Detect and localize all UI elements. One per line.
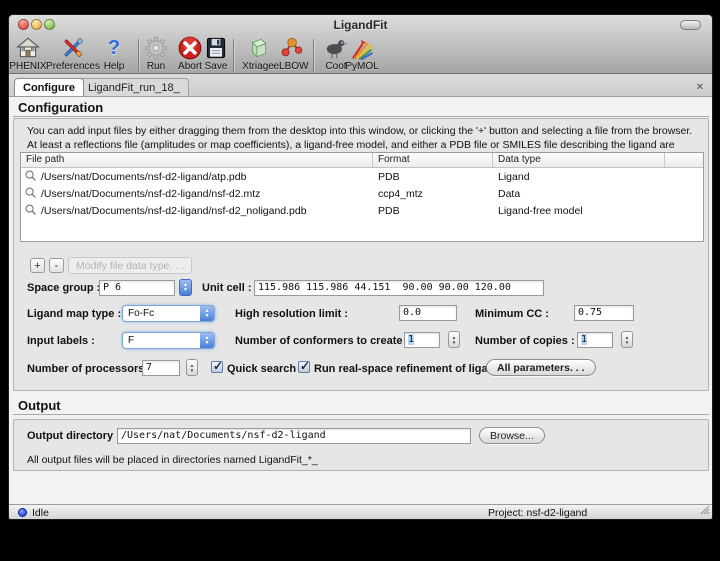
title-toolbar-area: LigandFit PHENIX — [9, 15, 712, 74]
magnifier-icon — [24, 169, 37, 185]
tab-configure[interactable]: Configure — [14, 78, 84, 96]
ligand-map-type-label: Ligand map type : — [27, 308, 121, 320]
status-text: Idle — [32, 507, 49, 519]
toolbar-label-save: Save — [205, 61, 228, 72]
toolbar-label-help: Help — [104, 61, 125, 72]
minimum-cc-label: Minimum CC : — [475, 308, 549, 320]
section-divider — [13, 116, 709, 117]
high-resolution-limit-label: High resolution limit : — [235, 308, 348, 320]
minimum-cc-field[interactable]: 0.75 — [574, 305, 634, 321]
ligand-map-type-dropdown[interactable]: Fo-Fc — [122, 305, 215, 322]
quick-search-label: Quick search — [227, 363, 296, 375]
remove-file-button[interactable]: - — [49, 258, 64, 273]
space-group-field[interactable]: P 6 — [99, 280, 175, 296]
table-row[interactable]: /Users/nat/Documents/nsf-d2-ligand/nsf-d… — [21, 202, 703, 219]
ligand-map-type-value: Fo-Fc — [123, 308, 200, 319]
conformers-field[interactable]: 1 — [404, 332, 440, 348]
chevron-updown-icon — [200, 306, 214, 321]
data-type-cell: Ligand-free model — [493, 205, 665, 217]
tab-ligandfit-run-18[interactable]: LigandFit_run_18_ — [79, 78, 189, 96]
chevron-updown-icon — [200, 333, 214, 348]
magnifier-icon — [24, 186, 37, 202]
column-header-spacer — [665, 153, 703, 167]
processors-stepper[interactable] — [186, 359, 198, 376]
column-header-format[interactable]: Format — [373, 153, 493, 167]
processors-label: Number of processors : — [27, 363, 151, 375]
toolbar-toggle-button[interactable] — [680, 20, 701, 30]
file-path-cell: /Users/nat/Documents/nsf-d2-ligand/nsf-d… — [41, 188, 260, 200]
toolbar-label-pymol: PyMOL — [345, 61, 378, 72]
data-type-cell: Ligand — [493, 171, 665, 183]
phenix-house-icon — [15, 35, 41, 61]
configure-page: Configuration You can add input files by… — [9, 97, 712, 504]
file-path-cell: /Users/nat/Documents/nsf-d2-ligand/atp.p… — [41, 171, 246, 183]
project-label: Project: nsf-d2-ligand — [488, 507, 587, 519]
file-table-header: File path Format Data type — [21, 153, 703, 168]
help-question-icon: ? — [108, 35, 120, 61]
section-divider — [13, 414, 709, 415]
column-header-data-type[interactable]: Data type — [493, 153, 665, 167]
configuration-heading: Configuration — [18, 100, 103, 115]
unit-cell-label: Unit cell : — [202, 282, 252, 294]
tab-run-label: LigandFit_run_18_ — [88, 82, 180, 94]
conformers-stepper[interactable] — [448, 331, 460, 348]
file-path-cell: /Users/nat/Documents/nsf-d2-ligand/nsf-d… — [41, 205, 307, 217]
output-heading: Output — [18, 398, 61, 413]
copies-stepper[interactable] — [621, 331, 633, 348]
resize-grip[interactable] — [699, 504, 710, 518]
close-tab-icon[interactable]: ✕ — [696, 82, 704, 93]
tab-strip: Configure LigandFit_run_18_ ✕ — [9, 74, 712, 97]
input-labels-label: Input labels : — [27, 335, 95, 347]
magnifier-icon — [24, 203, 37, 219]
tab-configure-label: Configure — [23, 82, 75, 94]
column-header-file-path[interactable]: File path — [21, 153, 373, 167]
desktop-background: LigandFit PHENIX — [0, 0, 720, 561]
elbow-molecule-icon — [278, 35, 304, 61]
browse-button[interactable]: Browse... — [479, 427, 545, 444]
real-space-refinement-checkbox[interactable] — [298, 361, 310, 373]
modify-file-data-type-button[interactable]: Modify file data type. . . — [68, 257, 192, 274]
configuration-panel: You can add input files by either draggi… — [13, 118, 709, 391]
high-resolution-limit-field[interactable]: 0.0 — [399, 305, 457, 321]
output-panel: Output directory : /Users/nat/Documents/… — [13, 419, 709, 471]
space-group-stepper[interactable] — [179, 279, 192, 296]
processors-field[interactable]: 7 — [142, 360, 180, 376]
all-parameters-button[interactable]: All parameters. . . — [486, 359, 596, 376]
output-note: All output files will be placed in direc… — [27, 454, 318, 466]
toolbar-button-pymol[interactable]: PyMOL — [330, 35, 394, 72]
real-space-refinement-label: Run real-space refinement of ligand — [314, 363, 501, 375]
window-title: LigandFit — [9, 18, 712, 32]
format-cell: PDB — [373, 205, 493, 217]
format-cell: ccp4_mtz — [373, 188, 493, 200]
input-labels-value: F — [123, 335, 200, 346]
output-directory-label: Output directory : — [27, 430, 120, 442]
status-led-icon — [18, 508, 27, 517]
copies-label: Number of copies : — [475, 335, 575, 347]
pymol-arrows-icon — [349, 35, 375, 61]
quick-search-checkbox[interactable] — [211, 361, 223, 373]
data-type-cell: Data — [493, 188, 665, 200]
input-labels-dropdown[interactable]: F — [122, 332, 215, 349]
unit-cell-field[interactable]: 115.986 115.986 44.151 90.00 90.00 120.0… — [254, 280, 544, 296]
output-directory-field[interactable]: /Users/nat/Documents/nsf-d2-ligand — [117, 428, 471, 444]
add-file-button[interactable]: + — [30, 258, 45, 273]
ligandfit-window: LigandFit PHENIX — [8, 14, 713, 520]
copies-field[interactable]: 1 — [577, 332, 613, 348]
space-group-label: Space group : — [27, 282, 100, 294]
table-row[interactable]: /Users/nat/Documents/nsf-d2-ligand/nsf-d… — [21, 185, 703, 202]
input-files-table[interactable]: File path Format Data type /Users/nat/Do… — [20, 152, 704, 242]
conformers-label: Number of conformers to create : — [235, 335, 409, 347]
status-bar: Idle Project: nsf-d2-ligand — [9, 504, 712, 520]
table-row[interactable]: /Users/nat/Documents/nsf-d2-ligand/atp.p… — [21, 168, 703, 185]
format-cell: PDB — [373, 171, 493, 183]
